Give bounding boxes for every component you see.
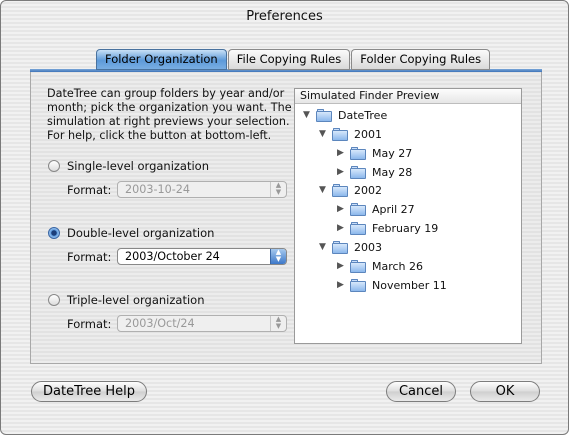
- tree-item-label: May 27: [372, 146, 413, 160]
- datetree-help-button[interactable]: DateTree Help: [31, 381, 147, 402]
- folder-icon: [332, 183, 349, 197]
- radio-double-level[interactable]: [48, 227, 60, 239]
- option-single-level-label: Single-level organization: [67, 159, 210, 173]
- tree-item-year[interactable]: ▼ 2001: [319, 126, 382, 142]
- disclosure-triangle-down-icon[interactable]: ▼: [319, 129, 329, 139]
- tree-item-label: 2003: [354, 240, 382, 254]
- tree-item-day[interactable]: ▶ April 27: [337, 201, 415, 217]
- disclosure-triangle-right-icon[interactable]: ▶: [337, 148, 347, 158]
- format-select-single-value: 2003-10-24: [125, 183, 191, 196]
- folder-icon: [332, 240, 349, 254]
- tree-item-label: May 28: [372, 165, 413, 179]
- window-title: Preferences: [246, 9, 323, 24]
- format-label: Format:: [67, 249, 112, 264]
- option-triple-level-label: Triple-level organization: [67, 293, 205, 307]
- tree-item-root[interactable]: ▼ DateTree: [303, 107, 387, 123]
- disclosure-triangle-right-icon[interactable]: ▶: [337, 261, 347, 271]
- preferences-window: Preferences Folder Organization File Cop…: [0, 0, 569, 435]
- tree-item-label: DateTree: [338, 108, 388, 122]
- tree-item-label: February 19: [372, 221, 439, 235]
- folder-icon: [350, 278, 367, 292]
- radio-single-level[interactable]: [48, 160, 60, 172]
- tab-folder-organization[interactable]: Folder Organization: [96, 49, 227, 70]
- format-label: Format:: [67, 182, 112, 197]
- tree-item-label: April 27: [372, 202, 415, 216]
- disclosure-triangle-right-icon[interactable]: ▶: [337, 167, 347, 177]
- chevron-updown-icon: ▲ ▼: [270, 249, 286, 264]
- format-row-double: Format: 2003/October 24 ▲ ▼: [67, 248, 287, 265]
- folder-icon: [350, 165, 367, 179]
- tree-item-day[interactable]: ▶ February 19: [337, 220, 438, 236]
- format-select-triple[interactable]: 2003/Oct/24 ▲ ▼: [117, 315, 287, 332]
- tree-item-label: 2002: [354, 183, 382, 197]
- ok-button[interactable]: OK: [470, 381, 540, 402]
- format-select-double[interactable]: 2003/October 24 ▲ ▼: [117, 248, 287, 265]
- folder-icon: [350, 202, 367, 216]
- folder-icon: [350, 221, 367, 235]
- tree-item-year[interactable]: ▼ 2003: [319, 239, 382, 255]
- tree-item-label: 2001: [354, 127, 382, 141]
- tree-item-day[interactable]: ▶ May 28: [337, 164, 412, 180]
- chevron-updown-icon: ▲ ▼: [270, 316, 286, 331]
- folder-icon: [350, 259, 367, 273]
- tree-item-label: March 26: [372, 259, 424, 273]
- tree-item-year[interactable]: ▼ 2002: [319, 182, 382, 198]
- tab-bar: Folder Organization File Copying Rules F…: [96, 49, 491, 70]
- radio-triple-level[interactable]: [48, 294, 60, 306]
- disclosure-triangle-right-icon[interactable]: ▶: [337, 204, 347, 214]
- format-select-single[interactable]: 2003-10-24 ▲ ▼: [117, 181, 287, 198]
- tree-item-day[interactable]: ▶ November 11: [337, 277, 447, 293]
- format-select-triple-value: 2003/Oct/24: [125, 317, 195, 330]
- folder-icon: [332, 127, 349, 141]
- folder-icon: [350, 146, 367, 160]
- cancel-button[interactable]: Cancel: [386, 381, 456, 402]
- option-double-level[interactable]: Double-level organization: [48, 226, 214, 240]
- disclosure-triangle-down-icon[interactable]: ▼: [319, 242, 329, 252]
- tab-folder-copying-rules[interactable]: Folder Copying Rules: [351, 49, 491, 70]
- description-text: DateTree can group folders by year and/o…: [47, 87, 292, 142]
- tree-item-label: November 11: [372, 278, 447, 292]
- tree-item-day[interactable]: ▶ May 27: [337, 145, 412, 161]
- tab-file-copying-rules[interactable]: File Copying Rules: [227, 49, 351, 70]
- folder-icon: [316, 108, 333, 122]
- tree-item-day[interactable]: ▶ March 26: [337, 258, 423, 274]
- format-label: Format:: [67, 316, 112, 331]
- option-double-level-label: Double-level organization: [67, 226, 215, 240]
- format-row-triple: Format: 2003/Oct/24 ▲ ▼: [67, 315, 287, 332]
- format-select-double-value: 2003/October 24: [125, 250, 220, 263]
- disclosure-triangle-right-icon[interactable]: ▶: [337, 223, 347, 233]
- option-single-level[interactable]: Single-level organization: [48, 159, 209, 173]
- finder-preview: Simulated Finder Preview ▼ DateTree ▼ 20…: [294, 88, 522, 344]
- disclosure-triangle-down-icon[interactable]: ▼: [303, 110, 313, 120]
- preview-header: Simulated Finder Preview: [295, 89, 521, 104]
- disclosure-triangle-down-icon[interactable]: ▼: [319, 185, 329, 195]
- format-row-single: Format: 2003-10-24 ▲ ▼: [67, 181, 287, 198]
- option-triple-level[interactable]: Triple-level organization: [48, 293, 204, 307]
- disclosure-triangle-right-icon[interactable]: ▶: [337, 280, 347, 290]
- chevron-updown-icon: ▲ ▼: [270, 182, 286, 197]
